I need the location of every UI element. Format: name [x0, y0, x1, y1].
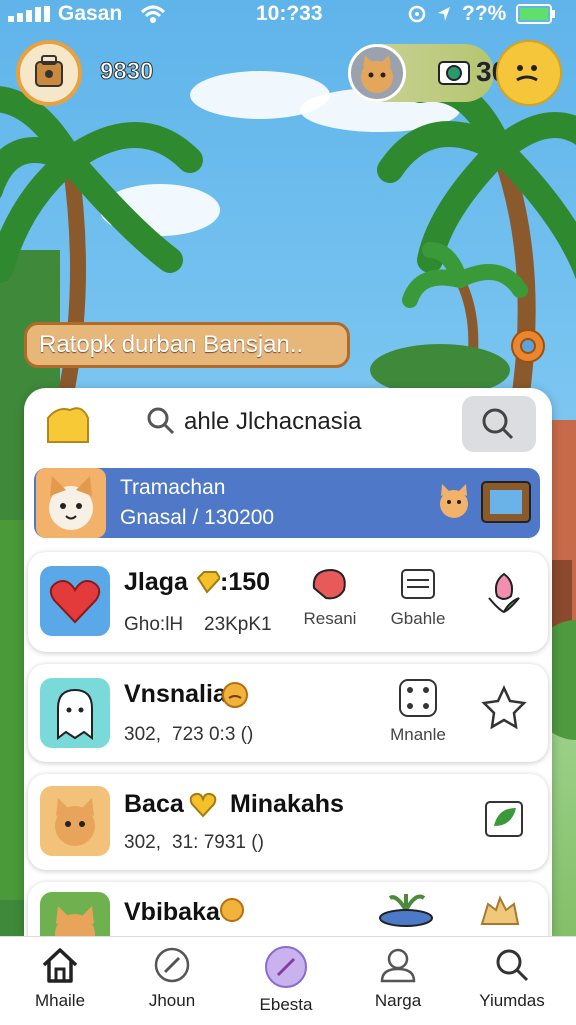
heart-icon [49, 580, 101, 624]
plant-pot-icon [379, 894, 433, 927]
heart-thumb [40, 566, 110, 636]
leaf-card-icon [485, 801, 523, 837]
player-avatar-button[interactable] [16, 40, 82, 106]
nav-label: Mhaile [34, 991, 86, 1010]
brush-icon [265, 946, 307, 988]
calendar-icon [401, 569, 435, 599]
action-label: Resani [303, 609, 357, 628]
search-zoom-icon [482, 408, 514, 440]
row-sub-left: 302, [124, 724, 161, 745]
gem-icon [196, 571, 220, 594]
dice-icon [399, 679, 437, 717]
action-label: Mnanle [390, 725, 446, 744]
action-dice[interactable]: Mnanle [378, 676, 458, 745]
status-bar: Gasan 10:?33 ??% [0, 0, 576, 30]
compass-icon [154, 947, 190, 983]
action-flower[interactable] [464, 568, 544, 623]
row-gem-value: :150 [220, 568, 271, 596]
action-label: Gbahle [390, 609, 446, 628]
row-title-right: Minakahs [230, 790, 344, 818]
row-title: Baca [124, 790, 184, 818]
blush-face-icon [222, 682, 248, 708]
featured-cat-avatar [36, 468, 106, 538]
list-item[interactable]: Baca Minakahs 302, 31: 7931 () [28, 774, 548, 870]
cat-sticker-icon [440, 484, 468, 518]
gear-icon[interactable] [506, 324, 550, 368]
row-sub-right: 23KpK1 [204, 614, 272, 635]
row-sub-right: 723 0:3 () [172, 724, 254, 745]
search-icon [496, 949, 529, 982]
friend-avatar[interactable] [348, 44, 406, 102]
row-sub-right: 31: 7931 () [172, 832, 264, 853]
steak-icon [312, 568, 346, 600]
wifi-icon [140, 5, 166, 23]
list-item[interactable]: Vnsnalia: 302, 723 0:3 () Mnanle [28, 664, 548, 762]
cat-thumb [40, 892, 110, 936]
nav-create[interactable]: Ebesta [236, 945, 336, 1015]
action-calendar[interactable]: Gbahle [378, 564, 458, 629]
featured-title: Tramachan [120, 476, 226, 499]
main-panel: ahle Jlchacnasia Tramachan Gnasal / 1302… [24, 388, 552, 936]
star-icon [481, 685, 527, 730]
clock: 10:?33 [256, 2, 323, 25]
list-item[interactable]: Vbibaka [28, 882, 548, 936]
battery-icon [516, 4, 555, 24]
nav-home[interactable]: Mhaile [10, 945, 110, 1011]
cookie-icon [480, 895, 520, 925]
quest-banner[interactable]: Ratopk durban Bansjan.. [24, 322, 350, 368]
heart-gold-icon [189, 792, 217, 818]
tv-icon[interactable] [478, 476, 534, 528]
banner-text: Ratopk durban Bansjan.. [39, 331, 304, 358]
cat-face-icon [49, 476, 93, 530]
search-icon [147, 407, 175, 435]
cat-face-icon [55, 906, 95, 936]
search-row: ahle Jlchacnasia [24, 388, 552, 462]
nav-label: Jhoun [148, 991, 196, 1010]
signal-icon [8, 6, 50, 22]
bag-icon [35, 55, 63, 87]
smiley-icon [516, 65, 538, 82]
cat-thumb [40, 786, 110, 856]
search-button[interactable] [462, 396, 536, 452]
nav-search[interactable]: Yiumdas [462, 945, 562, 1011]
cat-face-icon [361, 55, 393, 93]
ghost-thumb [40, 678, 110, 748]
home-icon [42, 948, 78, 983]
nav-label: Yiumdas [479, 991, 545, 1010]
row-title: Vnsnalia: [124, 680, 236, 708]
action-leaf-card[interactable] [464, 798, 544, 845]
location-icon [438, 7, 450, 21]
emoji-button[interactable] [496, 40, 562, 106]
flower-icon [488, 572, 520, 614]
nav-label: Narga [374, 991, 422, 1010]
search-input[interactable]: ahle Jlchacnasia [184, 408, 361, 436]
row-sub-left: 302, [124, 832, 161, 853]
action-steak[interactable]: Resani [290, 564, 370, 629]
alarm-icon [408, 5, 426, 23]
nav-profile[interactable]: Narga [348, 945, 448, 1011]
row-sub-left: Gho:lH [124, 614, 184, 635]
battery-percent: ??% [462, 2, 507, 25]
bottom-nav: Mhaile Jhoun Ebesta Narga Yiumdas [0, 936, 576, 1025]
nav-explore[interactable]: Jhoun [122, 945, 222, 1011]
blush-face-icon [220, 898, 244, 922]
featured-card[interactable]: Tramachan Gnasal / 130200 [34, 468, 540, 538]
coin-counter: 9830 [99, 58, 154, 86]
ghost-icon [57, 688, 93, 740]
cheese-icon[interactable] [44, 402, 92, 446]
row-title: Jlaga [124, 568, 188, 596]
row-title: Vbibaka [124, 898, 220, 926]
list-item[interactable]: Jlaga :150 Gho:lH 23KpK1 Resani Gbahle [28, 552, 548, 652]
carrier-label: Gasan [58, 2, 123, 25]
cat-face-icon [55, 798, 95, 846]
nav-label: Ebesta [259, 995, 313, 1014]
camera-icon [438, 61, 470, 85]
featured-subtitle: Gnasal / 130200 [120, 506, 275, 529]
action-star[interactable] [464, 684, 544, 735]
user-icon [380, 948, 416, 983]
